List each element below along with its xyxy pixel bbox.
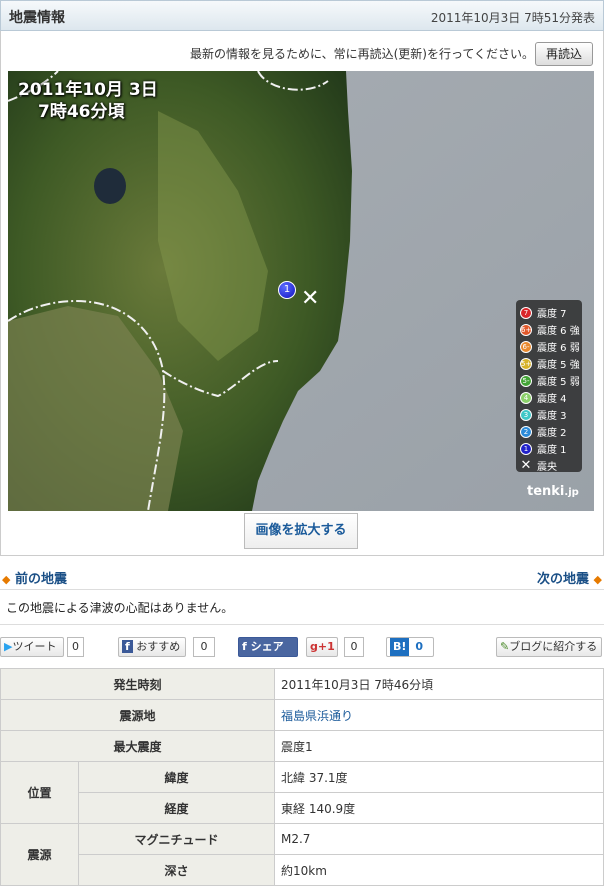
table-row: 深さ 約10km [1,854,604,886]
recommend-count: 0 [193,637,215,657]
legend-label: 震度 6 強 [537,326,580,337]
legend-item: 6- 震度 6 弱 [520,338,580,355]
tsunami-notice: この地震による津波の心配はありません。 [6,601,234,615]
magnitude-value: M2.7 [274,823,604,855]
intensity-dot-icon: 5- [520,374,532,387]
legend-item: 3 震度 3 [520,406,578,423]
group-header: 震源 [0,823,79,886]
table-row: 位置 緯度 北緯 37.1度 [0,761,604,824]
region-link[interactable]: 福島県浜通り [281,709,353,723]
group-header: 位置 [0,761,79,824]
prev-label: 前の地震 [15,572,68,587]
intensity-dot-icon: 6- [520,340,532,353]
legend-item: 5- 震度 5 弱 [520,372,580,389]
table-row: 震源地 福島県浜通り [0,699,604,731]
prev-earthquake-link[interactable]: ◆ 前の地震 [2,568,67,587]
legend-item: 2 震度 2 [520,423,578,440]
legend-item: 6+ 震度 6 強 [520,321,580,338]
earthquake-details-table: 発生時刻 2011年10月3日 7時46分頃 震源地 福島県浜通り 最大震度 震… [0,668,604,886]
row-header: 最大震度 [0,730,275,762]
legend-label: 震度 5 強 [537,360,580,371]
table-row: 最大震度 震度1 [0,730,604,762]
gplus-icon: g [310,640,318,653]
time-value: 2011年10月3日 7時46分頃 [274,668,604,700]
map-date-line1: 2011年10月 3日 [18,80,158,100]
row-header: 深さ [78,854,275,886]
row-header: マグニチュード [78,823,275,855]
blog-share-button[interactable]: ✎ブログに紹介する [496,637,602,657]
intensity-legend: 7 震度 7 6+ 震度 6 強 6- 震度 6 弱 5+ 震度 5 強 5- 震度 5 弱 4 震度… [516,300,582,474]
intensity-dot-icon: 5+ [520,357,532,370]
row-header: 緯度 [78,761,275,793]
map-timestamp: 2011年10月 3日 7時46分頃 [18,79,158,123]
hatena-icon: B! [390,638,410,656]
next-earthquake-link[interactable]: 次の地震 ◆ [537,568,602,587]
region-cell: 福島県浜通り [274,699,604,731]
legend-label: 震度 2 [537,428,567,439]
intensity-dot-icon: 1 [520,442,532,455]
hatena-bookmark-button[interactable]: B! 0 [386,637,434,657]
legend-item: 7 震度 7 [520,304,578,321]
enlarge-image-button[interactable]: 画像を拡大する [244,513,358,549]
intensity-dot-icon: 4 [520,391,532,404]
latitude-value: 北緯 37.1度 [274,761,604,793]
row-header: 経度 [78,792,275,824]
intensity-marker: 1 [278,281,296,299]
legend-label: 震央 [537,462,557,473]
issued-timestamp: 2011年10月3日 7時51分発表 [430,11,595,25]
legend-item: 5+ 震度 5 強 [520,355,580,372]
legend-item: ✕ 震央 [520,457,578,474]
longitude-value: 東経 140.9度 [274,792,604,824]
depth-value: 約10km [274,854,604,886]
table-row: 経度 東経 140.9度 [1,792,604,824]
legend-label: 震度 5 弱 [537,377,580,388]
intensity-dot-icon: 3 [520,408,532,421]
gplus-count: 0 [344,637,364,657]
arrow-left-icon: ◆ [2,573,11,586]
legend-label: 震度 6 弱 [537,343,580,354]
max-intensity-value: 震度1 [274,730,604,762]
intensity-dot-icon: 6+ [520,323,532,336]
intensity-dot-icon: 7 [520,306,532,319]
legend-label: 震度 7 [537,309,567,320]
earthquake-map: 2011年10月 3日 7時46分頃 1 ✕ 7 震度 7 6+ 震度 6 強 6- 震度… [8,71,594,511]
header-bar: 地震情報 2011年10月3日 7時51分発表 [0,0,604,31]
epicenter-icon: ✕ [520,457,532,473]
legend-label: 震度 4 [537,394,567,405]
gplus-button[interactable]: g+1 [306,637,338,657]
divider [0,624,604,625]
recommend-button[interactable]: f おすすめ [118,637,186,657]
facebook-icon: f [242,640,247,653]
row-header: 震源地 [0,699,275,731]
legend-item: 4 震度 4 [520,389,578,406]
row-header: 発生時刻 [0,668,275,700]
facebook-icon: f [122,640,133,653]
page-title: 地震情報 [9,10,65,26]
legend-label: 震度 1 [537,445,567,456]
table-row: 震源 マグニチュード M2.7 [0,823,604,886]
reload-button[interactable]: 再読込 [535,42,593,66]
divider [0,589,604,590]
table-row: 発生時刻 2011年10月3日 7時46分頃 [0,668,604,700]
map-date-line2: 7時46分頃 [38,102,125,122]
next-label: 次の地震 [536,572,589,587]
pencil-icon: ✎ [500,640,510,653]
reload-notice: 最新の情報を見るために、常に再読込(更新)を行ってください。 [189,47,534,61]
legend-label: 震度 3 [537,411,567,422]
legend-item: 1 震度 1 [520,440,578,457]
epicenter-icon: ✕ [301,286,320,311]
tweet-button[interactable]: ▶ツイート [0,637,64,657]
intensity-dot-icon: 2 [520,425,532,438]
tweet-count: 0 [67,637,84,657]
arrow-right-icon: ◆ [593,573,602,586]
facebook-share-button[interactable]: f シェア [238,637,298,657]
tenki-logo: tenki.jp [527,484,579,499]
